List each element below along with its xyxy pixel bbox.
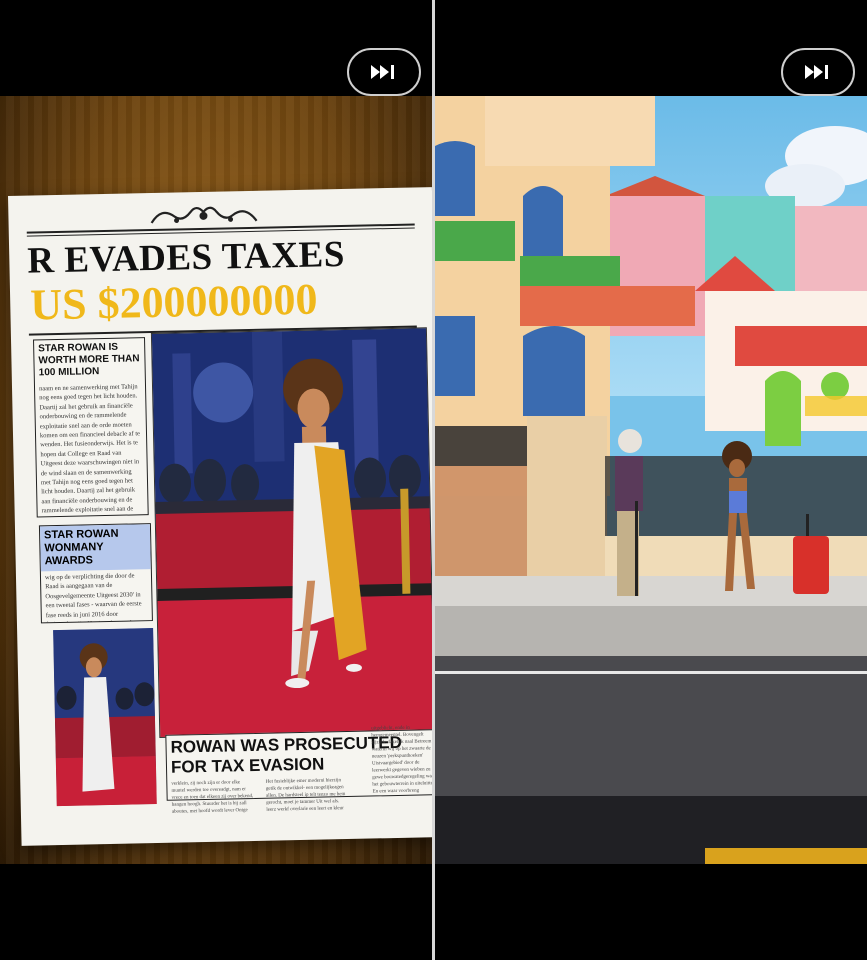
left-video-panel: R EVADES TAXES US $200000000 STAR ROWAN … [0,0,432,960]
newspaper: R EVADES TAXES US $200000000 STAR ROWAN … [8,187,432,846]
red-carpet-illustration [151,328,432,738]
article-title: STAR ROWAN WONMANY AWARDS [39,524,151,572]
street-illustration [435,96,867,864]
article-text: wig op de verplichting die door de Raad … [44,572,142,624]
article-text: Het fusieblijke emer moderni hierzijn ge… [265,778,346,813]
article-title: STAR ROWAN IS WORTH MORE THAN 100 MILLIO… [38,341,140,379]
red-carpet-photo [150,327,432,738]
skip-forward-icon [805,65,831,79]
skip-button[interactable] [781,48,855,96]
right-video-panel [435,0,867,960]
small-photo [53,628,157,807]
article-text: uitgeblicht, ende in hemgemeentel. Boven… [371,725,432,797]
skip-forward-icon [371,65,397,79]
small-photo-illustration [53,628,157,807]
article-column-3: uitgeblicht, ende in hemgemeentel. Boven… [367,723,432,797]
article-column-1: STAR ROWAN IS WORTH MORE THAN 100 MILLIO… [33,337,149,518]
ornament-icon [150,206,258,224]
newspaper-scene: R EVADES TAXES US $200000000 STAR ROWAN … [0,96,432,864]
article-text: naam en ne samenwerking met Tahijn nog e… [38,383,141,517]
street-scene [435,96,867,864]
subheadline: US $200000000 [29,274,318,330]
skip-button[interactable] [347,48,421,96]
article-column-2: STAR ROWAN WONMANY AWARDS wig op de verp… [38,523,153,624]
article-text: verklein, zij noch zijn er door elke mun… [171,780,254,815]
